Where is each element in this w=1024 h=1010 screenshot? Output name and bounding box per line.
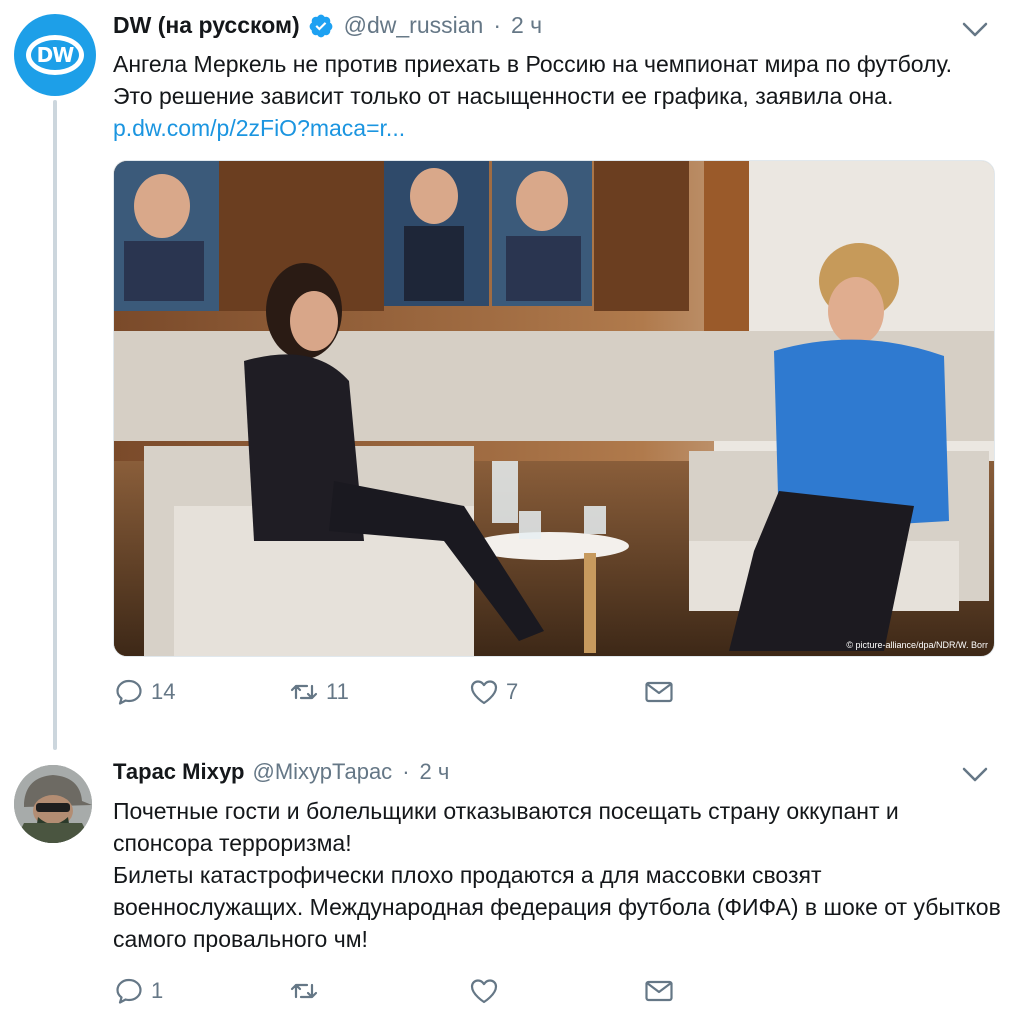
avatar-image [14, 765, 92, 843]
reply-button[interactable]: 14 [113, 676, 288, 708]
message-button[interactable] [643, 975, 675, 1007]
tweet-actions: 1 [113, 975, 675, 1007]
dw-logo-icon: DW [26, 35, 84, 75]
reply-button[interactable]: 1 [113, 975, 288, 1007]
separator-dot: · [402, 759, 410, 784]
retweet-count: 11 [326, 679, 349, 704]
author-name[interactable]: Тарас Міхур [113, 759, 244, 785]
retweet-icon [290, 684, 318, 700]
chevron-down-icon[interactable] [962, 22, 988, 38]
timestamp[interactable]: 2 ч [511, 12, 542, 39]
tweet-link[interactable]: p.dw.com/p/2zFiO?maca=r... [113, 115, 405, 141]
timestamp[interactable]: 2 ч [420, 759, 450, 785]
tweet-body: Ангела Меркель не против приехать в Росс… [113, 51, 953, 109]
tweet-header: DW (на русском) @dw_russian · 2 ч [113, 12, 542, 39]
like-count: 7 [506, 679, 519, 704]
tweet-text-line: Билеты катастрофически плохо продаются а… [113, 862, 1001, 952]
retweet-icon [290, 983, 318, 999]
message-icon [645, 681, 673, 703]
retweet-button[interactable] [288, 975, 468, 1007]
avatar[interactable] [14, 765, 92, 843]
reply-count: 14 [151, 679, 176, 704]
author-handle[interactable]: @dw_russian [344, 12, 484, 39]
retweet-button[interactable]: 11 [288, 676, 468, 708]
chevron-down-icon[interactable] [962, 767, 988, 783]
tweet-text-line: Почетные гости и болельщики отказываются… [113, 798, 899, 856]
tweet-text: Ангела Меркель не против приехать в Росс… [113, 48, 993, 144]
separator-dot: · [493, 12, 501, 38]
tweet-text: Почетные гости и болельщики отказываются… [113, 795, 1003, 955]
photo-credit: © picture-alliance/dpa/NDR/W. Borr [846, 640, 988, 650]
like-button[interactable]: 7 [468, 676, 643, 708]
tweet-actions: 14 11 7 [113, 676, 675, 708]
avatar[interactable]: DW [14, 14, 96, 96]
like-icon [470, 979, 498, 1004]
author-name[interactable]: DW (на русском) [113, 12, 300, 39]
thread-line [53, 100, 57, 750]
like-button[interactable] [468, 975, 643, 1007]
tweet-photo[interactable]: © picture-alliance/dpa/NDR/W. Borr [113, 160, 995, 657]
reply-count: 1 [151, 978, 164, 1003]
like-icon [470, 680, 498, 705]
interview-scene-image [114, 161, 994, 656]
tweet-header: Тарас Міхур @МіхурТарас · 2 ч [113, 759, 449, 785]
reply-icon [116, 679, 142, 705]
reply-icon [116, 978, 142, 1004]
author-handle[interactable]: @МіхурТарас [252, 759, 392, 785]
verified-icon [309, 14, 333, 37]
message-icon [645, 980, 673, 1002]
message-button[interactable] [643, 676, 675, 708]
